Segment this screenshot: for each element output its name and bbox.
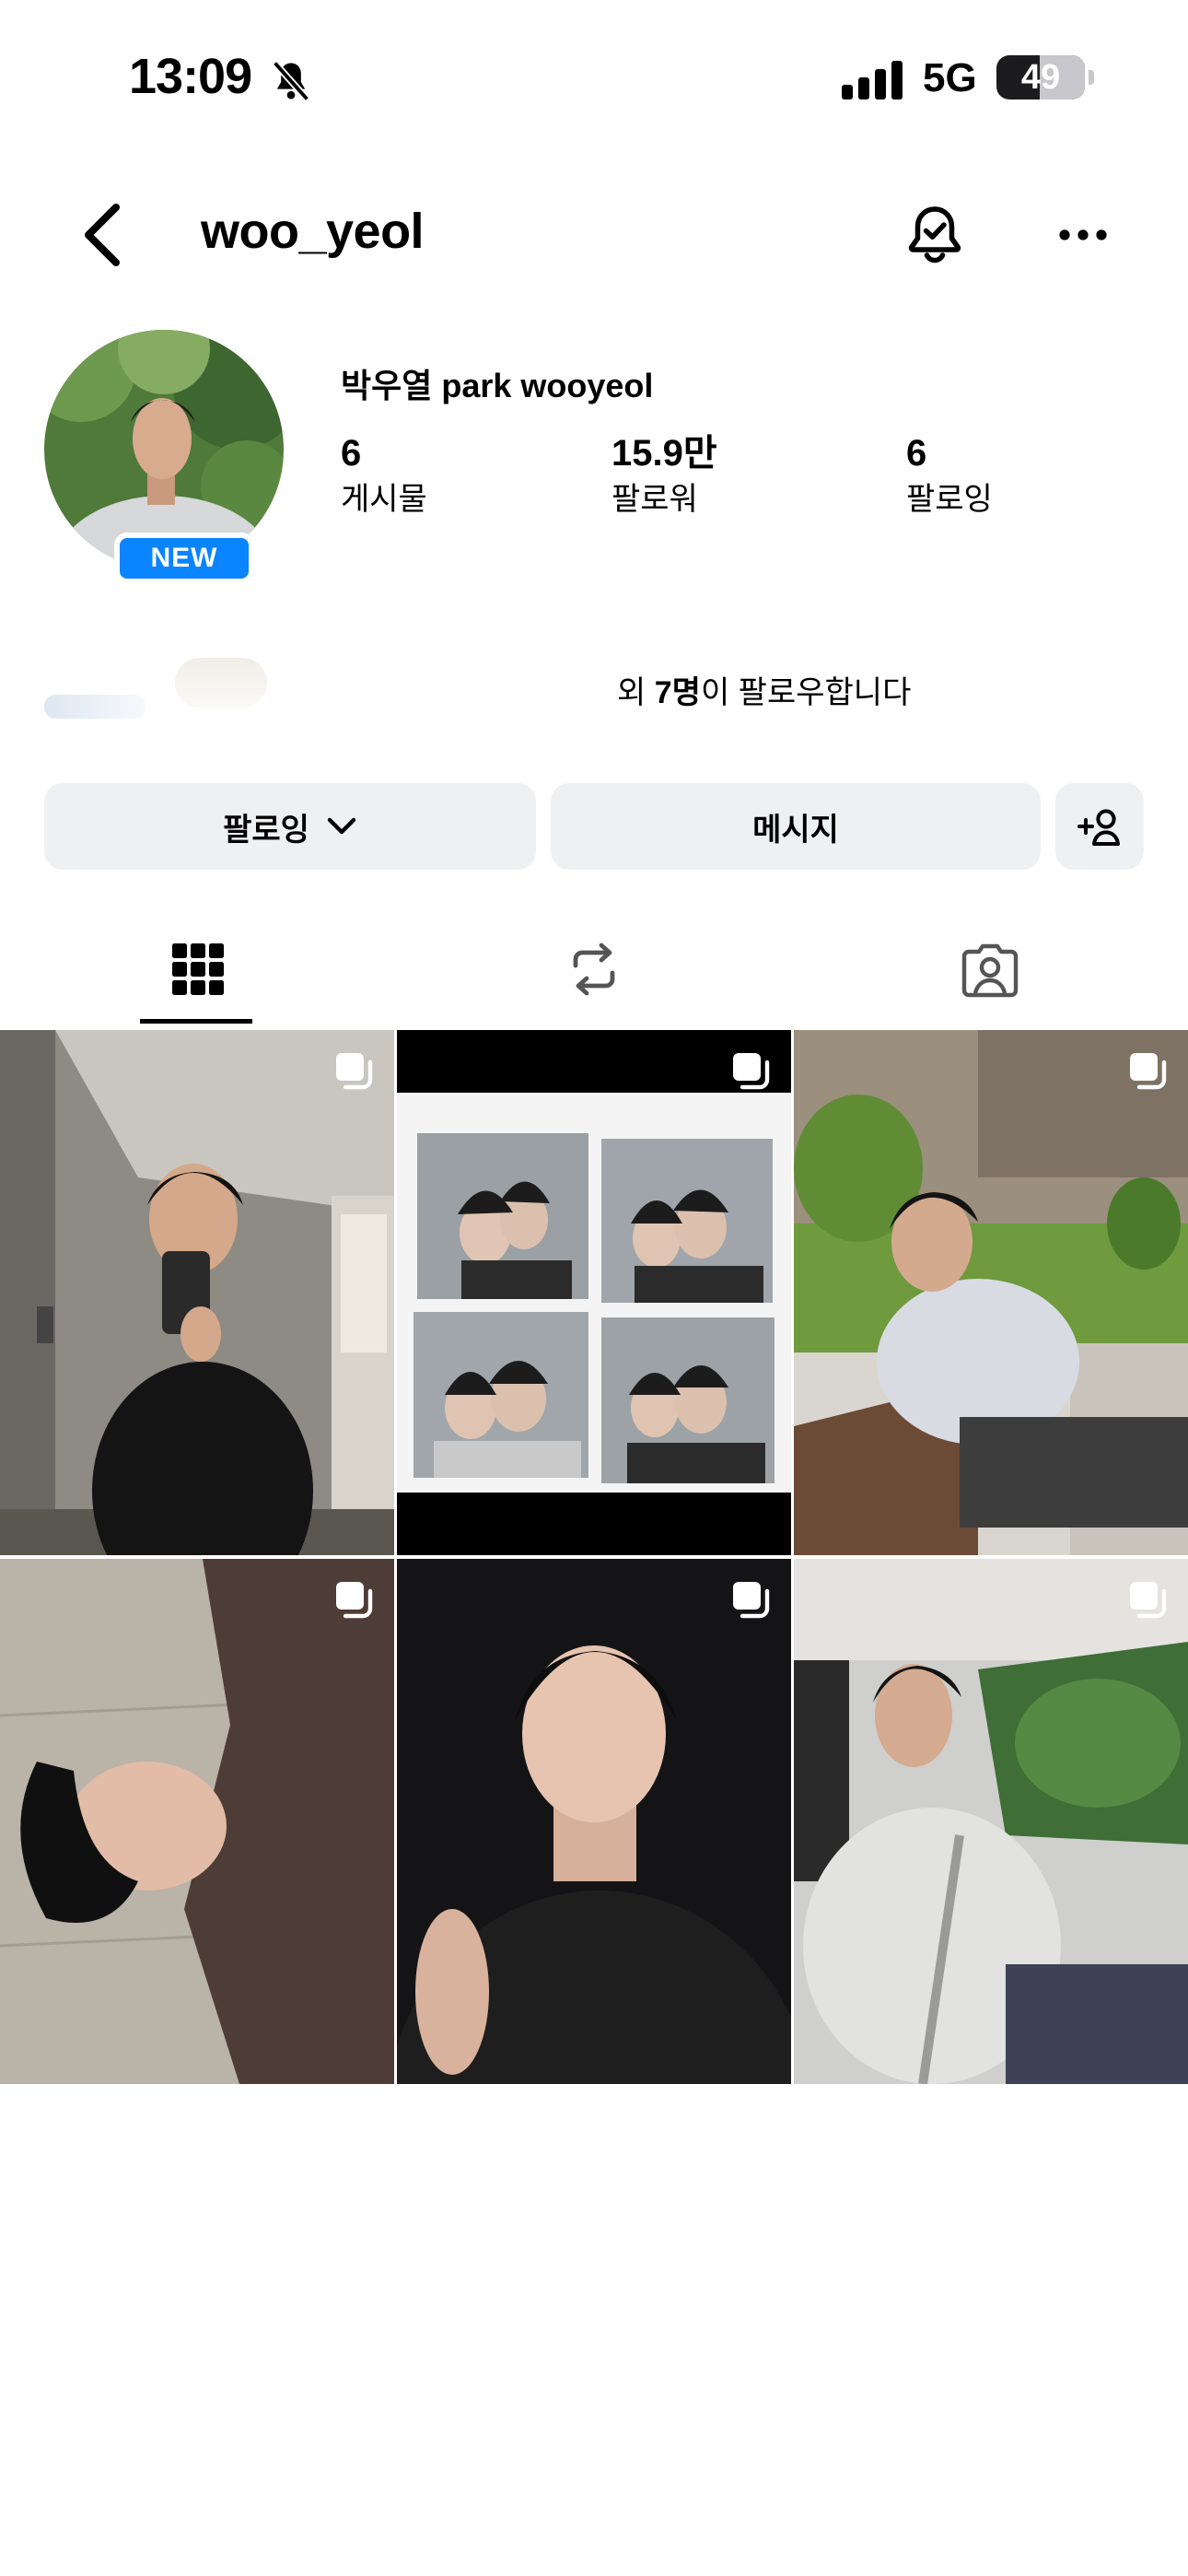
post-thumbnail-3[interactable] bbox=[794, 1030, 1188, 1555]
multi-image-icon bbox=[1130, 1582, 1167, 1619]
stat-posts[interactable]: 6 게시물 bbox=[341, 433, 427, 520]
network-type: 5G bbox=[923, 55, 977, 100]
followed-by-row[interactable]: 외 7명이 팔로우합니다 bbox=[0, 645, 1188, 728]
battery-indicator: 49 bbox=[996, 55, 1085, 100]
repost-icon bbox=[573, 943, 615, 996]
multi-image-icon bbox=[1130, 1053, 1167, 1090]
posts-grid bbox=[0, 1030, 1188, 2084]
battery-percent: 49 bbox=[1020, 58, 1061, 97]
post-photo-park-bench bbox=[794, 1030, 1188, 1555]
followed-by-suffix: 이 팔로우합니다 bbox=[700, 675, 912, 710]
more-horizontal-icon[interactable] bbox=[1057, 212, 1109, 258]
multi-image-icon bbox=[733, 1053, 770, 1090]
status-time: 13:09 bbox=[129, 49, 252, 104]
stat-followers-label: 팔로워 bbox=[611, 482, 698, 517]
multi-image-icon bbox=[733, 1582, 770, 1619]
bell-check-icon[interactable] bbox=[903, 201, 967, 267]
stat-following[interactable]: 6 팔로잉 bbox=[906, 433, 993, 520]
profile-full-name: 박우열 park wooyeol bbox=[341, 367, 654, 404]
followed-by-count: 7명 bbox=[654, 675, 701, 710]
multi-image-icon bbox=[336, 1582, 373, 1619]
tab-posts-grid[interactable] bbox=[0, 912, 396, 1026]
post-thumbnail-1[interactable] bbox=[0, 1030, 394, 1555]
stat-posts-value: 6 bbox=[341, 433, 362, 474]
message-button-label: 메시지 bbox=[752, 812, 839, 848]
followed-by-text: 외 7명이 팔로우합니다 bbox=[617, 667, 911, 712]
grid-icon bbox=[172, 943, 224, 995]
stat-following-value: 6 bbox=[906, 433, 927, 474]
chevron-down-icon bbox=[327, 817, 356, 835]
post-photo-car-driving bbox=[794, 1559, 1188, 2084]
following-button[interactable]: 팔로잉 bbox=[44, 783, 536, 870]
stat-followers[interactable]: 15.9만 팔로워 bbox=[611, 433, 717, 520]
post-photo-mirror-selfie bbox=[0, 1030, 394, 1555]
message-button[interactable]: 메시지 bbox=[551, 783, 1041, 870]
header-username: woo_yeol bbox=[201, 204, 425, 259]
post-photo-dark-selfie bbox=[397, 1559, 791, 2084]
stat-followers-value: 15.9만 bbox=[611, 433, 717, 474]
post-thumbnail-2[interactable] bbox=[397, 1030, 791, 1555]
post-photo-photobooth bbox=[397, 1030, 791, 1555]
following-button-label: 팔로잉 bbox=[223, 812, 309, 848]
active-tab-indicator bbox=[140, 1019, 252, 1024]
battery-tip bbox=[1089, 70, 1094, 85]
profile-avatar[interactable]: NEW bbox=[44, 330, 284, 584]
followed-by-prefix: 외 bbox=[617, 675, 655, 710]
post-thumbnail-6[interactable] bbox=[794, 1559, 1188, 2084]
post-thumbnail-4[interactable] bbox=[0, 1559, 394, 2084]
stat-following-label: 팔로잉 bbox=[906, 482, 993, 517]
profile-header: woo_yeol bbox=[0, 175, 1188, 295]
mutual-names-blurred bbox=[175, 658, 267, 708]
bell-off-icon bbox=[272, 60, 310, 102]
status-bar: 13:09 5G 49 bbox=[0, 0, 1188, 157]
profile-tabs bbox=[0, 912, 1188, 1026]
tagged-person-icon bbox=[961, 943, 1019, 998]
post-thumbnail-5[interactable] bbox=[397, 1559, 791, 2084]
multi-image-icon bbox=[336, 1053, 373, 1090]
add-person-icon bbox=[1077, 809, 1120, 846]
cellular-signal-icon bbox=[842, 61, 903, 100]
tab-reposts[interactable] bbox=[396, 912, 792, 1026]
back-chevron-icon[interactable] bbox=[79, 203, 125, 267]
stat-posts-label: 게시물 bbox=[341, 482, 427, 517]
new-badge: NEW bbox=[114, 533, 254, 584]
mutual-avatars-blurred bbox=[44, 695, 146, 719]
suggested-users-button[interactable] bbox=[1055, 783, 1144, 870]
post-photo-lying-selfie bbox=[0, 1559, 394, 2084]
tab-tagged[interactable] bbox=[792, 912, 1188, 1026]
